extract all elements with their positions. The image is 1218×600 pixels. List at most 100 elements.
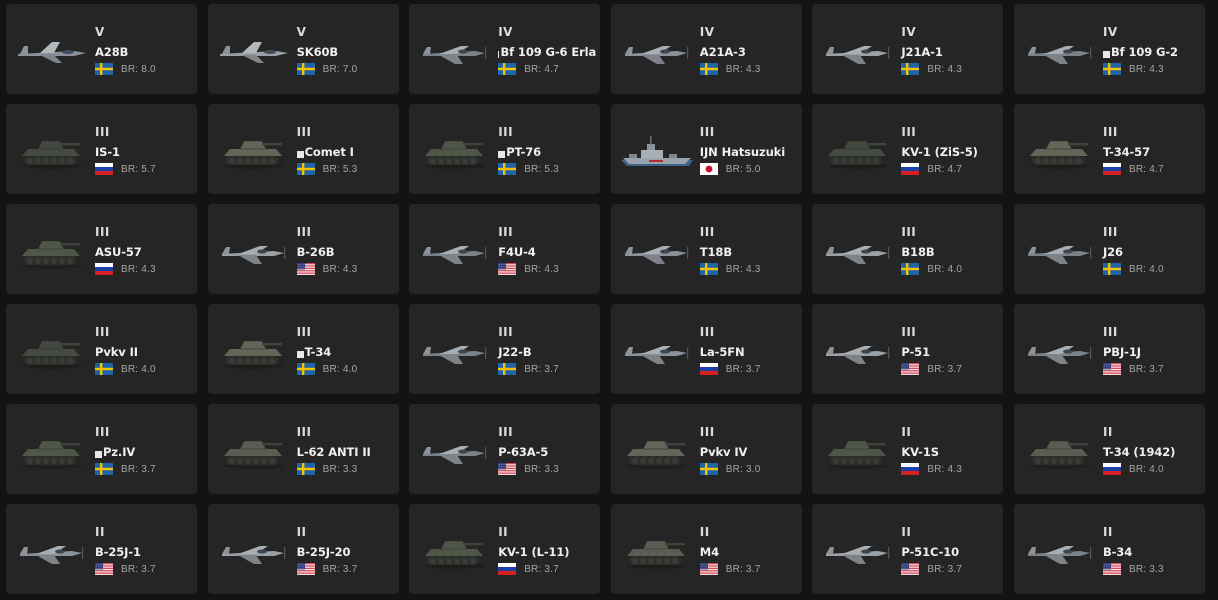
vehicle-rank: III (699, 225, 715, 239)
battle-rating: BR: 4.0 (927, 263, 963, 275)
vehicle-grid: V A28B BR: 8.0 V SK60B BR: 7.0 IV Bf 109… (6, 4, 1205, 594)
vehicle-info: IV Bf 109 G-6 Erla BR: 4.7 (498, 25, 596, 76)
battle-rating: BR: 3.7 (927, 563, 963, 575)
vehicle-name-row: P-63A-5 (498, 444, 596, 459)
vehicle-info: III Comet I BR: 5.3 (296, 125, 395, 176)
vehicle-card-32[interactable]: II B-25J-20 BR: 3.7 (207, 504, 399, 594)
vehicle-name: M4 (699, 544, 720, 559)
vehicle-name: La-5FN (699, 344, 745, 359)
vehicle-name: Pz.IV (103, 444, 136, 459)
tank-image (1022, 420, 1098, 480)
tank-image (14, 320, 90, 380)
vehicle-rank: III (95, 225, 110, 239)
vehicle-card-3[interactable]: IV Bf 109 G-6 Erla BR: 4.7 (409, 4, 601, 94)
vehicle-card-21[interactable]: III J22-B BR: 3.7 (409, 304, 601, 394)
vehicle-name: Comet I (304, 144, 354, 159)
battle-rating-row: BR: 5.3 (296, 162, 395, 176)
vehicle-card-1[interactable]: V A28B BR: 8.0 (6, 4, 197, 94)
vehicle-card-33[interactable]: II KV-1 (L-11) BR: 3.7 (409, 504, 601, 594)
aircraft-image (216, 520, 292, 580)
vehicle-rank: III (296, 325, 312, 339)
vehicle-card-29[interactable]: II KV-1S BR: 4.3 (812, 404, 1004, 494)
vehicle-rank: IV (901, 25, 917, 39)
battle-rating: BR: 4.3 (322, 263, 358, 275)
vehicle-card-17[interactable]: III B18B BR: 4.0 (812, 204, 1004, 294)
battle-rating-row: BR: 3.3 (1102, 562, 1201, 576)
vehicle-card-36[interactable]: II B-34 BR: 3.3 (1013, 504, 1205, 594)
vehicle-name-row: Pz.IV (95, 444, 193, 459)
vehicle-card-24[interactable]: III PBJ-1J BR: 3.7 (1013, 304, 1205, 394)
vehicle-card-11[interactable]: III KV-1 (ZiS-5) BR: 4.7 (812, 104, 1004, 194)
vehicle-card-13[interactable]: III ASU-57 BR: 4.3 (6, 204, 197, 294)
vehicle-card-31[interactable]: II B-25J-1 BR: 3.7 (6, 504, 197, 594)
vehicle-card-30[interactable]: II T-34 (1942) BR: 4.0 (1013, 404, 1205, 494)
tank-image (820, 420, 896, 480)
vehicle-name: IJN Hatsuzuki (699, 144, 786, 159)
vehicle-card-15[interactable]: III F4U-4 BR: 4.3 (409, 204, 601, 294)
battle-rating: BR: 3.7 (524, 363, 559, 375)
vehicle-card-4[interactable]: IV A21A-3 BR: 4.3 (610, 4, 802, 94)
battle-rating: BR: 4.3 (725, 263, 761, 275)
vehicle-rank: V (296, 25, 307, 39)
vehicle-info: III T-34-57 BR: 4.7 (1102, 125, 1201, 176)
vehicle-name: B18B (901, 244, 935, 259)
vehicle-card-18[interactable]: III J26 BR: 4.0 (1013, 204, 1205, 294)
vehicle-card-10[interactable]: III IJN Hatsuzuki BR: 5.0 (610, 104, 802, 194)
vehicle-name: P-51 (901, 344, 930, 359)
vehicle-card-22[interactable]: III La-5FN BR: 3.7 (610, 304, 802, 394)
vehicle-card-28[interactable]: III Pvkv IV BR: 3.0 (610, 404, 802, 494)
tank-image (619, 420, 695, 480)
usa-flag-icon (1102, 363, 1129, 375)
vehicle-card-27[interactable]: III P-63A-5 BR: 3.3 (409, 404, 601, 494)
vehicle-card-34[interactable]: II M4 BR: 3.7 (610, 504, 802, 594)
battle-rating-row: BR: 3.3 (498, 462, 596, 476)
battle-rating-row: BR: 4.0 (1102, 462, 1201, 476)
battle-rating-row: BR: 3.3 (296, 462, 395, 476)
vehicle-card-5[interactable]: IV J21A-1 BR: 4.3 (812, 4, 1004, 94)
vehicle-card-23[interactable]: III P-51 BR: 3.7 (812, 304, 1004, 394)
usa-flag-icon (296, 563, 323, 575)
vehicle-card-14[interactable]: III B-26B BR: 4.3 (207, 204, 399, 294)
vehicle-card-2[interactable]: V SK60B BR: 7.0 (207, 4, 399, 94)
aircraft-image (1022, 320, 1098, 380)
battle-rating-row: BR: 3.7 (498, 362, 596, 376)
vehicle-info: II P-51C-10 BR: 3.7 (901, 525, 999, 576)
battle-rating: BR: 3.7 (121, 563, 156, 575)
vehicle-card-7[interactable]: III IS-1 BR: 5.7 (6, 104, 197, 194)
vehicle-name: PT-76 (506, 144, 542, 159)
vehicle-rank: III (498, 325, 514, 339)
aircraft-image (820, 520, 896, 580)
vehicle-card-26[interactable]: III L-62 ANTI II BR: 3.3 (207, 404, 399, 494)
battle-rating-row: BR: 3.7 (699, 362, 798, 376)
sweden-flag-icon (95, 463, 121, 475)
battle-rating-row: BR: 3.7 (498, 562, 596, 576)
vehicle-card-12[interactable]: III T-34-57 BR: 4.7 (1013, 104, 1205, 194)
vehicle-card-8[interactable]: III Comet I BR: 5.3 (207, 104, 399, 194)
vehicle-name-row: PBJ-1J (1103, 344, 1201, 359)
aircraft-image (14, 20, 90, 80)
sweden-flag-icon (296, 163, 323, 175)
vehicle-card-35[interactable]: II P-51C-10 BR: 3.7 (812, 504, 1004, 594)
battle-rating: BR: 4.7 (524, 63, 559, 75)
vehicle-name-row: A21A-3 (700, 44, 798, 59)
aircraft-image (619, 20, 695, 80)
battle-rating-row: BR: 4.3 (901, 62, 999, 76)
vehicle-name: PBJ-1J (1102, 344, 1141, 359)
vehicle-card-25[interactable]: III Pz.IV BR: 3.7 (6, 404, 197, 494)
vehicle-info: II B-34 BR: 3.3 (1102, 525, 1201, 576)
vehicle-card-19[interactable]: III Pvkv II BR: 4.0 (6, 304, 197, 394)
battle-rating: BR: 4.7 (927, 163, 963, 175)
vehicle-info: III ASU-57 BR: 4.3 (95, 225, 193, 276)
vehicle-card-9[interactable]: III PT-76 BR: 5.3 (409, 104, 601, 194)
battle-rating: BR: 3.7 (725, 563, 761, 575)
vehicle-name: T-34 (304, 344, 332, 359)
tank-image (417, 520, 493, 580)
battle-rating-row: BR: 4.3 (296, 262, 395, 276)
vehicle-card-6[interactable]: IV Bf 109 G-2 BR: 4.3 (1013, 4, 1205, 94)
vehicle-name: KV-1 (L-11) (498, 544, 570, 559)
vehicle-card-20[interactable]: III T-34 BR: 4.0 (207, 304, 399, 394)
premium-icon (95, 450, 102, 458)
sweden-flag-icon (296, 63, 323, 75)
sweden-flag-icon (95, 363, 121, 375)
vehicle-card-16[interactable]: III T18B BR: 4.3 (610, 204, 802, 294)
